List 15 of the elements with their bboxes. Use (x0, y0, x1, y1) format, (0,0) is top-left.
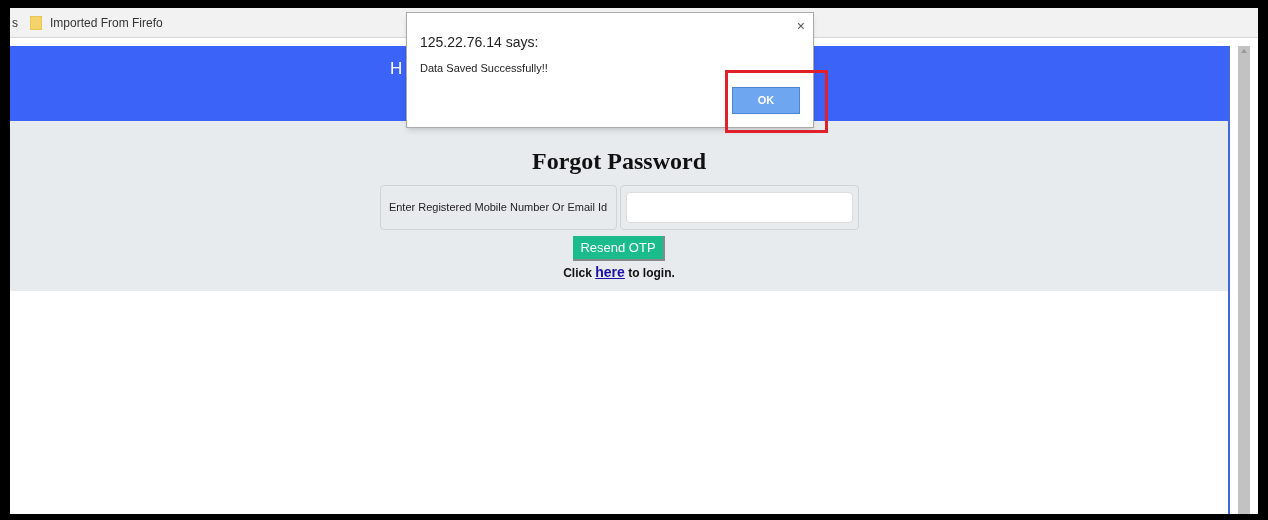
field-label: Enter Registered Mobile Number Or Email Id (379, 185, 617, 230)
page-title: Forgot Password (532, 147, 706, 175)
scroll-up-icon[interactable] (1241, 49, 1247, 53)
dialog-title: 125.22.76.14 says: (420, 33, 539, 52)
bookmark-folder[interactable]: Imported From Firefo (26, 13, 163, 32)
bookmark-label: Imported From Firefo (50, 14, 163, 32)
scrollbar[interactable] (1238, 46, 1250, 514)
folder-icon (30, 15, 42, 30)
login-text: Click here to login. (563, 263, 675, 282)
close-button[interactable]: × (796, 19, 805, 33)
input-field[interactable] (625, 192, 853, 223)
login-link[interactable]: here (595, 264, 625, 280)
header-title: H (390, 59, 403, 78)
bookmark-label[interactable]: s (12, 13, 18, 32)
dialog-message: Data Saved Successfully!! (420, 61, 548, 76)
